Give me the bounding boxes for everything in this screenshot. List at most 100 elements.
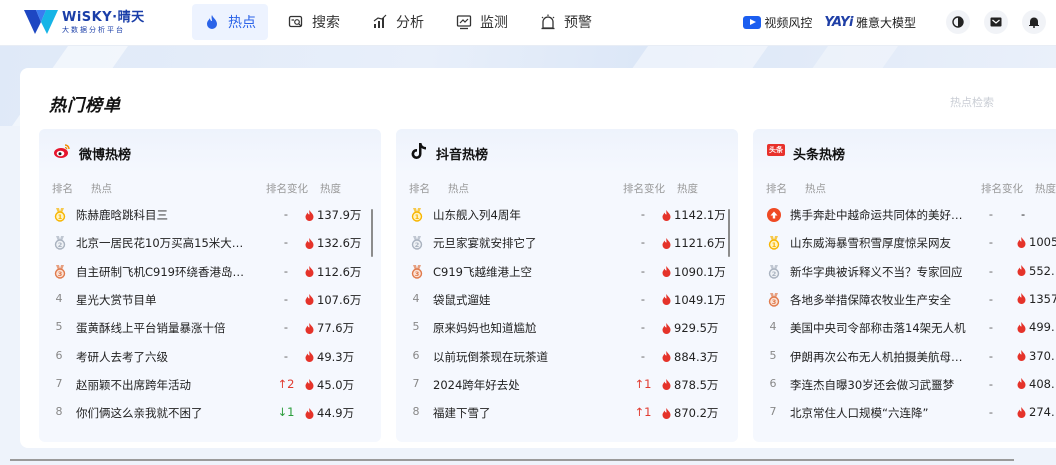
message-icon (990, 17, 1002, 27)
rank-number: 7 (769, 405, 777, 419)
list-item[interactable]: 5 原来妈妈也知道尴尬 - 929.5万 (396, 314, 738, 342)
list-item[interactable]: 3 各地多举措保障农牧业生产安全 - 1357 (753, 286, 1056, 314)
scrollbar[interactable] (728, 209, 730, 257)
rank-number: 4 (412, 291, 420, 305)
video-monitor-link[interactable]: 视频风控 (743, 14, 812, 31)
topic-title[interactable]: 新华字典被诉释义不当？专家回应 (790, 264, 968, 280)
list-item[interactable]: 6 以前玩倒茶现在玩茶道 - 884.3万 (396, 343, 738, 371)
list-item[interactable]: 1 山东舰入列4周年 - 1142.1万 (396, 201, 738, 229)
nav-label: 热点 (228, 15, 256, 31)
topic-title[interactable]: 李连杰自曝30岁还会做习武噩梦 (790, 377, 968, 393)
list-item[interactable]: 4 美国中央司令部称击落14架无人机 - 499. (753, 314, 1056, 342)
heat-number: 77.6万 (317, 321, 355, 336)
topic-title[interactable]: 考研人去考了六级 (76, 349, 251, 365)
heat-number: 1049.1万 (674, 292, 726, 307)
list-item[interactable]: 3 C919飞越维港上空 - 1090.1万 (396, 258, 738, 286)
alarm-icon (541, 14, 555, 30)
topic-title[interactable]: 各地多举措保障农牧业生产安全 (790, 292, 968, 308)
flame-icon (305, 351, 314, 362)
rank-number: 8 (55, 405, 63, 419)
rank-number: 7 (412, 376, 420, 390)
nav-item-alert[interactable]: 预警 (528, 4, 604, 40)
list-item[interactable]: 1 山东威海暴雪积雪厚度惊呆网友 - 1005 (753, 229, 1056, 257)
topic-title[interactable]: 美国中央司令部称击落14架无人机 (790, 320, 968, 336)
rank-change: - (640, 235, 646, 250)
svg-text:3: 3 (415, 270, 420, 278)
heat-value: 1090.1万 (662, 264, 726, 280)
brand-logo[interactable]: WiSKY·晴天 大数据分析平台 (24, 8, 145, 36)
horizontal-scrollbar[interactable] (10, 459, 1014, 461)
rank-change: - (283, 235, 289, 250)
theme-toggle-button[interactable] (946, 10, 970, 34)
scrollbar[interactable] (371, 209, 373, 257)
list-item[interactable]: 7 北京常住人口规模“六连降” - 274. (753, 399, 1056, 427)
list-item[interactable]: 3 自主研制飞机C919环绕香港岛做… - 112.6万 (39, 258, 381, 286)
topic-title[interactable]: 你们俩这么亲我就不困了 (76, 405, 251, 421)
heat-value: 1005 (1017, 235, 1056, 249)
medal-icon: 3 (411, 264, 423, 279)
medal-icon: 3 (54, 264, 66, 279)
topic-title[interactable]: 山东舰入列4周年 (433, 207, 608, 223)
nav-item-hot[interactable]: 热点 (192, 4, 268, 40)
topic-title[interactable]: 赵丽颖不出席跨年活动 (76, 377, 251, 393)
heat-value: 408. (1017, 377, 1055, 391)
toutiao-panel: 头条 头条热榜 排名 热点 排名变化 热度 携手奔赴中越命运共同体的美好… - -1… (753, 129, 1056, 442)
list-item[interactable]: 6 李连杰自曝30岁还会做习武噩梦 - 408. (753, 371, 1056, 399)
medal-icon: 1 (768, 236, 780, 250)
topic-title[interactable]: 蛋黄酥线上平台销量暴涨十倍 (76, 320, 251, 336)
topic-title[interactable]: 袋鼠式遛娃 (433, 292, 608, 308)
list-item[interactable]: 4 袋鼠式遛娃 - 1049.1万 (396, 286, 738, 314)
topic-title[interactable]: 原来妈妈也知道尴尬 (433, 320, 608, 336)
topic-title[interactable]: 山东威海暴雪积雪厚度惊呆网友 (790, 235, 968, 251)
rank-change: - (988, 291, 994, 306)
topic-title[interactable]: 北京一居民花10万买高15米大恐龙 (76, 235, 251, 251)
col-change-header: 排名变化 (266, 183, 308, 195)
list-item[interactable]: 8 你们俩这么亲我就不困了 ↓1 44.9万 (39, 399, 381, 427)
topic-title[interactable]: 星光大赏节目单 (76, 292, 251, 308)
yayi-model-link[interactable]: YAYi 雅意大模型 (824, 14, 916, 31)
medal-icon: 2 (411, 236, 423, 250)
notification-button[interactable] (1022, 10, 1046, 34)
list-item[interactable]: 4 星光大赏节目单 - 107.6万 (39, 286, 381, 314)
list-item[interactable]: 7 2024跨年好去处 ↑1 878.5万 (396, 371, 738, 399)
list-item[interactable]: 5 蛋黄酥线上平台销量暴涨十倍 - 77.6万 (39, 314, 381, 342)
douyin-panel: 抖音热榜 排名 热点 排名变化 热度 1 山东舰入列4周年 - 1142.1万 2 元旦家… (396, 129, 738, 442)
list-item[interactable]: 8 福建下雪了 ↑1 870.2万 (396, 399, 738, 427)
rank-change: - (283, 207, 289, 221)
list-item[interactable]: 携手奔赴中越命运共同体的美好… - - (753, 201, 1056, 229)
col-rank-header: 排名 (52, 183, 73, 195)
nav-item-search[interactable]: 搜索 (276, 4, 352, 40)
list-item[interactable]: 2 北京一居民花10万买高15米大恐龙 - 132.6万 (39, 229, 381, 257)
topic-title[interactable]: 福建下雪了 (433, 405, 608, 421)
nav-item-analysis[interactable]: 分析 (360, 4, 436, 40)
topic-title[interactable]: 北京常住人口规模“六连降” (790, 405, 968, 421)
nav-label: 监测 (480, 15, 508, 31)
topic-title[interactable]: 自主研制飞机C919环绕香港岛做… (76, 264, 251, 280)
list-item[interactable]: 6 考研人去考了六级 - 49.3万 (39, 343, 381, 371)
rank-change: - (283, 320, 289, 335)
nav-item-monitor[interactable]: 监测 (444, 4, 520, 40)
nav-label: 搜索 (312, 15, 340, 31)
flame-icon (662, 209, 671, 221)
message-button[interactable] (984, 10, 1008, 34)
topic-title[interactable]: 携手奔赴中越命运共同体的美好… (790, 207, 968, 223)
list-item[interactable]: 7 赵丽颖不出席跨年活动 ↑2 45.0万 (39, 371, 381, 399)
topic-title[interactable]: C919飞越维港上空 (433, 264, 608, 280)
hot-search-input[interactable]: 热点检索 (950, 94, 994, 110)
heat-number: 878.5万 (674, 377, 719, 392)
topic-title[interactable]: 以前玩倒茶现在玩茶道 (433, 349, 608, 365)
list-item[interactable]: 1 陈赫鹿晗跳科目三 - 137.9万 (39, 201, 381, 229)
heat-number: 132.6万 (317, 236, 362, 251)
list-item[interactable]: 2 元旦家宴就安排它了 - 1121.6万 (396, 229, 738, 257)
topic-title[interactable]: 2024跨年好去处 (433, 377, 608, 393)
heat-number: 370. (1029, 348, 1055, 363)
topic-title[interactable]: 伊朗再次公布无人机拍摄美航母… (790, 349, 968, 365)
topic-title[interactable]: 元旦家宴就安排它了 (433, 235, 608, 251)
topic-title[interactable]: 陈赫鹿晗跳科目三 (76, 207, 251, 223)
medal-icon: 3 (768, 292, 780, 307)
nav-label: 预警 (564, 15, 592, 31)
list-item[interactable]: 2 新华字典被诉释义不当？专家回应 - 552. (753, 258, 1056, 286)
list-item[interactable]: 5 伊朗再次公布无人机拍摄美航母… - 370. (753, 343, 1056, 371)
rank-change: - (640, 291, 646, 306)
medal-icon: 2 (54, 236, 66, 250)
